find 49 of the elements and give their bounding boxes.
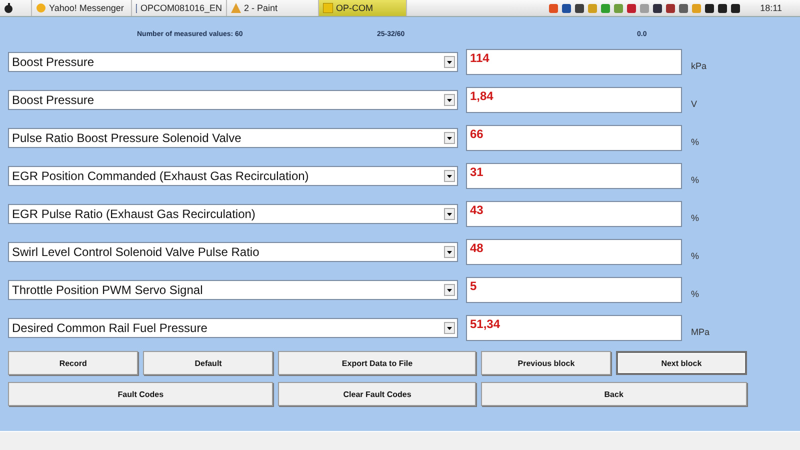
value-field: 5 [466, 277, 682, 303]
taskbar-button[interactable]: OP-COM [319, 0, 407, 16]
dropdown-arrow-icon [447, 212, 452, 216]
smiley-icon [36, 3, 46, 13]
parameter-dropdown[interactable]: EGR Pulse Ratio (Exhaust Gas Recirculation) [8, 204, 458, 224]
parameter-dropdown[interactable]: Boost Pressure [8, 90, 458, 110]
action-button[interactable]: Record [8, 351, 138, 375]
value-field: 66 [466, 125, 682, 151]
unit-label: % [691, 289, 700, 299]
value-field: 114 [466, 49, 682, 75]
dropdown-arrow-icon [447, 250, 452, 254]
unit-label: % [691, 175, 700, 185]
action-button[interactable]: Default [143, 351, 274, 375]
parameter-dropdown[interactable]: Pulse Ratio Boost Pressure Solenoid Valve [8, 128, 458, 148]
unit-label: MPa [691, 327, 710, 337]
paint-icon [231, 3, 241, 13]
parameter-dropdown[interactable]: EGR Position Commanded (Exhaust Gas Recirculation) [8, 166, 458, 186]
value-field: 1,84 [466, 87, 682, 113]
action-button[interactable]: Fault Codes [8, 382, 274, 406]
dropdown-arrow-icon [447, 98, 452, 102]
clock: 18:11 [760, 3, 782, 13]
action-button[interactable]: Back [481, 382, 747, 406]
action-button[interactable]: Clear Fault Codes [278, 382, 476, 406]
action-button[interactable]: Next block [616, 351, 747, 375]
dropdown-arrow-icon [447, 288, 452, 292]
taskbar-button[interactable]: Yahoo! Messenger [32, 0, 132, 16]
value-field: 48 [466, 239, 682, 265]
action-button[interactable]: Export Data to File [278, 351, 476, 375]
taskbar-button[interactable]: 2 - Paint [227, 0, 319, 16]
taskbar-button[interactable]: OPCOM081016_EN [132, 0, 227, 16]
parameter-dropdown[interactable]: Throttle Position PWM Servo Signal [8, 280, 458, 300]
action-button[interactable]: Previous block [481, 351, 612, 375]
parameter-dropdown[interactable]: Desired Common Rail Fuel Pressure [8, 318, 458, 338]
unit-label: V [691, 99, 698, 109]
apple-icon[interactable] [4, 3, 13, 13]
dropdown-arrow-icon [447, 60, 452, 64]
app-icon [323, 3, 333, 13]
value-field: 43 [466, 201, 682, 227]
dropdown-arrow-icon [447, 326, 452, 330]
parameter-dropdown[interactable]: Swirl Level Control Solenoid Valve Pulse Ratio [8, 242, 458, 262]
parameter-dropdown[interactable]: Boost Pressure [8, 52, 458, 72]
unit-label: % [691, 251, 700, 261]
dropdown-arrow-icon [447, 174, 452, 178]
value-field: 51,34 [466, 315, 682, 341]
unit-label: kPa [691, 61, 707, 71]
unit-label: % [691, 137, 700, 147]
value-field: 31 [466, 163, 682, 189]
unit-label: % [691, 213, 700, 223]
dropdown-arrow-icon [447, 136, 452, 140]
